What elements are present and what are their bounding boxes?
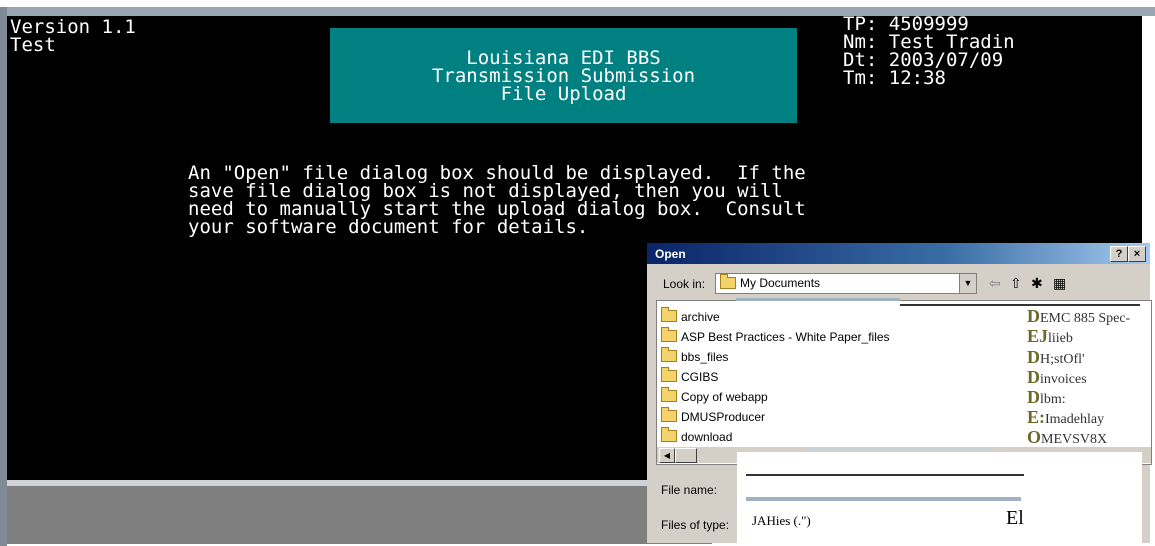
new-folder-icon[interactable]: ✱	[1031, 275, 1043, 292]
folder-name: CGIBS	[681, 370, 719, 384]
file-name-input[interactable]	[746, 474, 1024, 476]
dialog-title: Open	[655, 247, 686, 261]
list-item[interactable]: ASP Best Practices - White Paper_files	[661, 327, 890, 345]
divider	[746, 497, 1021, 501]
file-list: archive ASP Best Practices - White Paper…	[656, 300, 1152, 465]
item-initial: D	[1027, 347, 1040, 367]
item-initial: EJ	[1027, 326, 1049, 346]
session-info: TP: 4509999 Nm: Test Tradin Dt: 2003/07/…	[843, 15, 1015, 89]
folder-name: DMUSProducer	[681, 410, 766, 424]
folder-icon	[661, 327, 677, 342]
version-info: Version 1.1 Test	[10, 18, 136, 56]
scrollbar-thumb[interactable]	[675, 448, 697, 463]
dialog-title-bar[interactable]: Open ? ×	[647, 243, 1150, 264]
files-of-type-label: Files of type:	[661, 518, 730, 532]
list-item[interactable]: DEMC 885 Spec-	[1027, 306, 1130, 326]
folder-name: download	[681, 430, 733, 444]
item-initial: D	[1027, 306, 1040, 326]
chevron-down-icon[interactable]: ▼	[959, 274, 976, 293]
item-name: H;stOfl'	[1040, 352, 1085, 367]
item-name: EMC 885 Spec-	[1040, 311, 1131, 326]
up-folder-icon[interactable]: ⇧	[1010, 275, 1022, 292]
item-name: invoices	[1040, 372, 1087, 387]
env-line: Test	[10, 34, 56, 56]
back-icon[interactable]: ⇦	[989, 275, 1001, 292]
list-item[interactable]: download	[661, 427, 733, 445]
item-initial: O	[1027, 427, 1042, 447]
look-in-label: Look in:	[663, 277, 706, 291]
folder-name: archive	[681, 310, 720, 324]
divider	[900, 304, 1140, 306]
window-left-border	[0, 7, 7, 546]
folder-name: bbs_files	[681, 350, 729, 364]
item-name: MEVSV8X	[1041, 432, 1108, 447]
tm-line: Tm: 12:38	[843, 67, 946, 89]
divider	[806, 447, 994, 450]
item-initial: E:	[1027, 407, 1045, 427]
instruction-line: your software document for details.	[188, 216, 589, 238]
list-item[interactable]: CGIBS	[661, 367, 719, 385]
folder-icon	[661, 387, 677, 402]
list-item[interactable]: EJliieb	[1027, 326, 1073, 346]
divider	[736, 298, 900, 301]
help-button[interactable]: ?	[1110, 246, 1128, 262]
list-item[interactable]: DH;stOfl'	[1027, 347, 1085, 367]
list-item[interactable]: E:Imadehlay	[1027, 407, 1104, 427]
folder-icon	[720, 274, 736, 289]
list-item[interactable]: archive	[661, 307, 720, 325]
close-button[interactable]: ×	[1128, 246, 1146, 262]
list-item[interactable]: Dinvoices	[1027, 367, 1087, 387]
folder-icon	[661, 307, 677, 322]
item-initial: D	[1027, 387, 1040, 407]
list-item[interactable]: OMEVSV8X	[1027, 427, 1107, 447]
files-of-type-select[interactable]: JAHies (.")	[752, 513, 811, 529]
look-in-combo[interactable]: My Documents ▼	[715, 273, 977, 294]
files-of-type-suffix: El	[1006, 507, 1024, 529]
item-name: lbm:	[1040, 392, 1066, 407]
list-item[interactable]: DMUSProducer	[661, 407, 766, 425]
look-in-value: My Documents	[740, 276, 821, 290]
banner-line-3: File Upload	[500, 83, 627, 105]
folder-icon	[661, 367, 677, 382]
instructions-text: An "Open" file dialog box should be disp…	[188, 164, 806, 238]
folder-name: ASP Best Practices - White Paper_files	[681, 330, 890, 344]
title-banner: Louisiana EDI BBS Transmission Submissio…	[330, 28, 797, 123]
chevron-left-icon[interactable]: ◀	[659, 448, 675, 463]
item-name: Imadehlay	[1045, 412, 1105, 427]
list-item[interactable]: bbs_files	[661, 347, 729, 365]
list-item[interactable]: Dlbm:	[1027, 387, 1066, 407]
folder-icon	[661, 347, 677, 362]
status-area	[7, 486, 712, 544]
views-menu-icon[interactable]: ▦	[1053, 275, 1066, 292]
file-name-label: File name:	[661, 483, 718, 497]
folder-name: Copy of webapp	[681, 390, 768, 404]
folder-icon	[661, 427, 677, 442]
folder-icon	[661, 407, 677, 422]
item-name: liieb	[1048, 331, 1073, 346]
list-item[interactable]: Copy of webapp	[661, 387, 768, 405]
item-initial: D	[1027, 367, 1040, 387]
